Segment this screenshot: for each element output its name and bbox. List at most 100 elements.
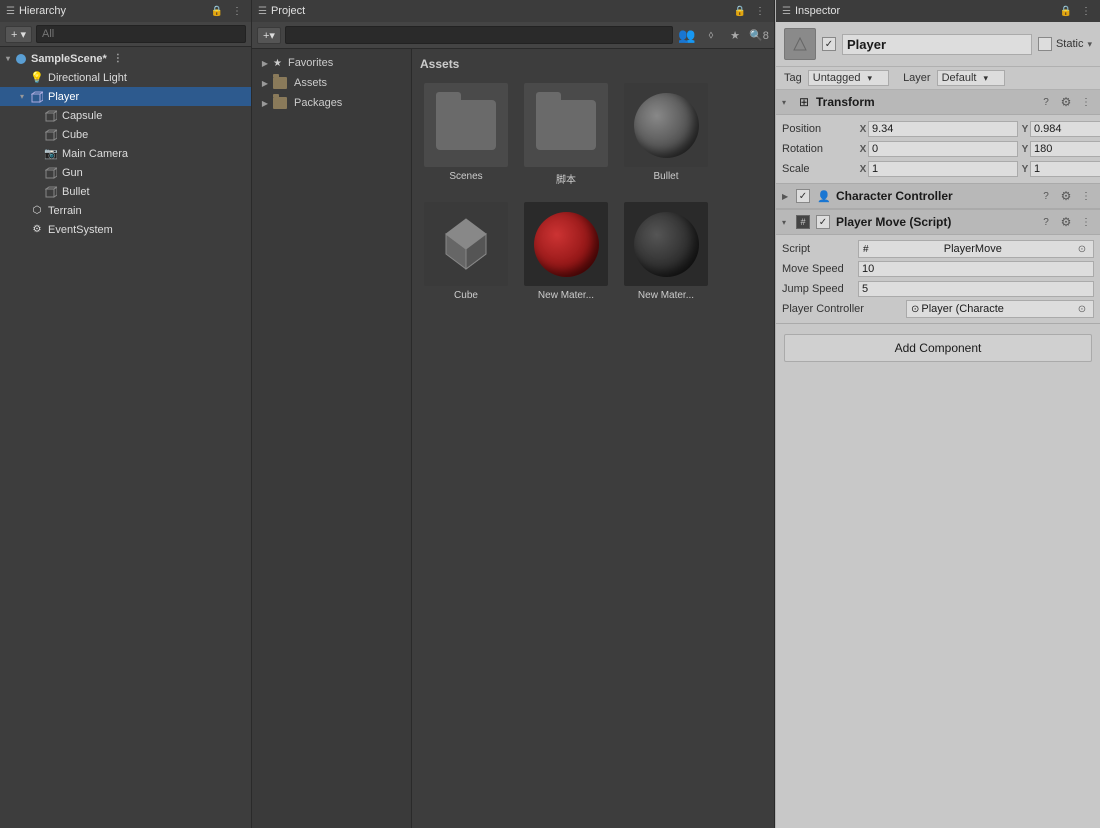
hierarchy-panel-header: ☰ Hierarchy 🔒 ⋮ — [0, 0, 251, 22]
hierarchy-item-event-system[interactable]: ⚙ EventSystem — [0, 220, 251, 239]
scale-x-axis: X — [858, 164, 868, 175]
player-controller-row: Player Controller ⊙ Player (Characte ⊙ — [782, 299, 1094, 319]
position-y-axis: Y — [1020, 124, 1030, 135]
rotation-label: Rotation — [782, 143, 854, 155]
assets-arrow: ▶ — [260, 79, 270, 88]
asset-item-material-black[interactable]: New Mater... — [620, 198, 712, 305]
scale-y-field: Y — [1020, 161, 1100, 177]
project-more-icon[interactable]: ⋮ — [752, 3, 768, 19]
move-speed-input[interactable] — [858, 261, 1094, 277]
scale-y-input[interactable] — [1030, 161, 1100, 177]
scenes-folder-shape — [436, 100, 496, 150]
project-panel: ☰ Project 🔒 ⋮ +▾ 👥 ⬨ ★ 🔍8 ▶ ★ Favorites — [252, 0, 775, 828]
player-icon-box — [784, 28, 816, 60]
hierarchy-more-icon[interactable]: ⋮ — [229, 3, 245, 19]
transform-actions: ? ⚙ ⋮ — [1038, 94, 1094, 110]
project-lock-icon[interactable]: 🔒 — [732, 3, 748, 19]
project-star-icon[interactable]: ★ — [725, 25, 745, 45]
scale-x-input[interactable] — [868, 161, 1018, 177]
player-active-checkbox[interactable] — [822, 37, 836, 51]
script-value-field[interactable]: # PlayerMove ⊙ — [858, 240, 1094, 258]
char-ctrl-help-icon[interactable]: ? — [1038, 188, 1054, 204]
player-move-more-icon[interactable]: ⋮ — [1078, 214, 1094, 230]
inspector-lock-icon[interactable]: 🔒 — [1058, 3, 1074, 19]
asset-item-scenes[interactable]: Scenes — [420, 79, 512, 190]
tag-dropdown[interactable]: Untagged ▾ — [808, 70, 889, 86]
project-panel-header: ☰ Project 🔒 ⋮ — [252, 0, 774, 22]
project-filter-icon[interactable]: ⬨ — [701, 25, 721, 45]
project-sidebar: ▶ ★ Favorites ▶ Assets ▶ Packages — [252, 49, 412, 828]
hierarchy-item-main-camera[interactable]: 📷 Main Camera — [0, 144, 251, 163]
inspector-more-icon[interactable]: ⋮ — [1078, 3, 1094, 19]
player-move-header[interactable]: ▾ # Player Move (Script) ? ⚙ ⋮ — [776, 210, 1100, 235]
jump-speed-row: Jump Speed — [782, 279, 1094, 299]
rotation-x-field: X — [858, 141, 1018, 157]
asset-item-material-red[interactable]: New Mater... — [520, 198, 612, 305]
scene-collapse-arrow: ▾ — [2, 53, 14, 65]
rotation-y-input[interactable] — [1030, 141, 1100, 157]
position-x-input[interactable] — [868, 121, 1018, 137]
char-ctrl-more-icon[interactable]: ⋮ — [1078, 188, 1094, 204]
transform-icon: ⊞ — [796, 94, 812, 110]
cube-3d-svg — [436, 214, 496, 274]
script-target-icon[interactable]: ⊙ — [1075, 242, 1089, 256]
scene-options-icon[interactable]: ⋮ — [111, 52, 125, 66]
bullet-cube-icon — [44, 185, 58, 199]
char-ctrl-enable-checkbox[interactable] — [796, 189, 810, 203]
project-toolbar: +▾ 👥 ⬨ ★ 🔍8 — [252, 22, 774, 49]
hierarchy-item-bullet[interactable]: Bullet — [0, 182, 251, 201]
hierarchy-item-player[interactable]: ▾ Player — [0, 87, 251, 106]
player-name-input[interactable] — [842, 34, 1032, 55]
player-controller-value: Player (Characte — [921, 303, 1073, 315]
hierarchy-item-capsule[interactable]: Capsule — [0, 106, 251, 125]
hierarchy-search-input[interactable] — [36, 25, 246, 43]
hierarchy-item-gun[interactable]: Gun — [0, 163, 251, 182]
sidebar-item-assets[interactable]: ▶ Assets — [252, 73, 411, 93]
sidebar-item-favorites[interactable]: ▶ ★ Favorites — [252, 53, 411, 73]
asset-item-scripts[interactable]: 脚本 — [520, 79, 612, 190]
asset-item-bullet[interactable]: Bullet — [620, 79, 712, 190]
static-dropdown-arrow[interactable]: ▾ — [1087, 39, 1092, 50]
layer-dropdown[interactable]: Default ▾ — [937, 70, 1005, 86]
jump-speed-input[interactable] — [858, 281, 1094, 297]
transform-settings-icon[interactable]: ⚙ — [1058, 94, 1074, 110]
layer-label: Layer — [903, 72, 931, 84]
player-move-actions: ? ⚙ ⋮ — [1038, 214, 1094, 230]
player-controller-target-icon[interactable]: ⊙ — [1075, 302, 1089, 316]
event-icon: ⚙ — [30, 223, 44, 237]
static-checkbox[interactable] — [1038, 37, 1052, 51]
character-controller-header[interactable]: ▶ 👤 Character Controller ? ⚙ ⋮ — [776, 184, 1100, 209]
inspector-menu-icon: ☰ — [782, 6, 791, 17]
char-ctrl-actions: ? ⚙ ⋮ — [1038, 188, 1094, 204]
hierarchy-item-terrain[interactable]: ⬡ Terrain — [0, 201, 251, 220]
transform-help-icon[interactable]: ? — [1038, 94, 1054, 110]
project-search-icon[interactable]: 🔍8 — [749, 25, 769, 45]
transform-header[interactable]: ▾ ⊞ Transform ? ⚙ ⋮ — [776, 90, 1100, 115]
player-move-settings-icon[interactable]: ⚙ — [1058, 214, 1074, 230]
assets-label-sidebar: Assets — [294, 77, 327, 89]
scene-root-item[interactable]: ▾ SampleScene* ⋮ — [0, 49, 251, 68]
scale-xyz-group: X Y Z — [858, 161, 1100, 177]
position-y-input[interactable] — [1030, 121, 1100, 137]
hierarchy-add-button[interactable]: + ▾ — [5, 26, 32, 43]
player-controller-field[interactable]: ⊙ Player (Characte ⊙ — [906, 300, 1094, 318]
player-label: Player — [48, 91, 79, 103]
rotation-x-input[interactable] — [868, 141, 1018, 157]
hierarchy-lock-icon[interactable]: 🔒 — [209, 3, 225, 19]
asset-item-cube[interactable]: Cube — [420, 198, 512, 305]
sidebar-item-packages[interactable]: ▶ Packages — [252, 93, 411, 113]
hierarchy-item-cube[interactable]: Cube — [0, 125, 251, 144]
terrain-icon: ⬡ — [30, 204, 44, 218]
player-move-enable-checkbox[interactable] — [816, 215, 830, 229]
player-move-help-icon[interactable]: ? — [1038, 214, 1054, 230]
player-move-collapse-arrow: ▾ — [782, 218, 792, 227]
project-add-button[interactable]: +▾ — [257, 27, 281, 44]
transform-more-icon[interactable]: ⋮ — [1078, 94, 1094, 110]
add-component-button[interactable]: Add Component — [784, 334, 1092, 362]
hierarchy-toolbar: + ▾ — [0, 22, 251, 47]
hierarchy-item-directional-light[interactable]: 💡 Directional Light — [0, 68, 251, 87]
transform-body: Position X Y Z — [776, 115, 1100, 183]
project-packages-icon[interactable]: 👥 — [677, 25, 697, 45]
char-ctrl-settings-icon[interactable]: ⚙ — [1058, 188, 1074, 204]
project-search-input[interactable] — [285, 26, 673, 44]
